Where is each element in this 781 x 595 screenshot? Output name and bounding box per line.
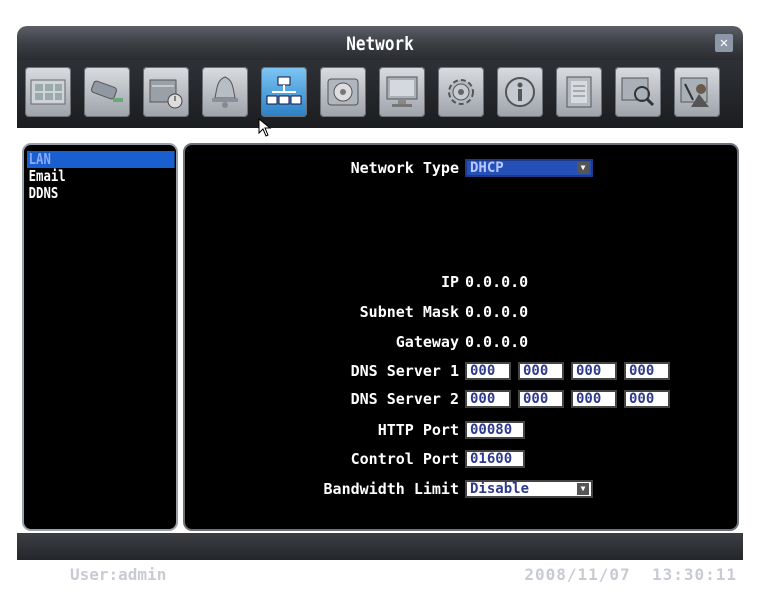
gateway-label: Gateway bbox=[395, 333, 459, 351]
close-button[interactable]: ✕ bbox=[715, 34, 733, 52]
alarm-bell-icon[interactable] bbox=[202, 67, 248, 117]
network-type-row: Network Type DHCP ▼ bbox=[195, 157, 725, 179]
dns2-octet-2-input[interactable]: 000 bbox=[518, 390, 564, 408]
bandwidth-limit-row: Bandwidth Limit Disable ▼ bbox=[195, 478, 725, 500]
window-title: Network bbox=[346, 32, 414, 55]
screen: Network ✕ LAN Email DDNS Network Type DH… bbox=[0, 0, 781, 595]
ptz-camera-icon[interactable] bbox=[84, 67, 130, 117]
subnet-mask-value: 0.0.0.0 bbox=[465, 303, 529, 321]
mouse-cursor-icon bbox=[258, 118, 272, 137]
sidebar-item-ddns[interactable]: DDNS bbox=[27, 185, 147, 202]
sidebar-menu: LAN Email DDNS bbox=[27, 151, 175, 202]
http-port-input[interactable]: 00080 bbox=[465, 421, 525, 439]
network-type-label: Network Type bbox=[350, 159, 459, 177]
sidebar-panel: LAN Email DDNS bbox=[22, 143, 178, 531]
dns-server-2-row: DNS Server 2 000 000 000 000 bbox=[195, 388, 725, 410]
dns-server-2-label: DNS Server 2 bbox=[350, 390, 459, 408]
ip-row: IP 0.0.0.0 bbox=[195, 271, 725, 293]
sidebar-item-lan[interactable]: LAN bbox=[27, 151, 175, 168]
user-security-icon[interactable] bbox=[674, 67, 720, 117]
title-bar: Network ✕ bbox=[17, 26, 743, 60]
dns-server-1-row: DNS Server 1 000 000 000 000 bbox=[195, 360, 725, 382]
http-port-label: HTTP Port bbox=[377, 421, 459, 439]
current-user: User:admin bbox=[70, 565, 167, 584]
dns1-octet-1-input[interactable]: 000 bbox=[465, 362, 511, 380]
status-bar bbox=[17, 533, 743, 560]
dropdown-arrow-icon: ▼ bbox=[577, 162, 589, 174]
network-type-value: DHCP bbox=[470, 160, 504, 176]
date-time: 2008/11/07 13:30:11 bbox=[524, 565, 737, 584]
record-schedule-icon[interactable] bbox=[143, 67, 189, 117]
control-port-label: Control Port bbox=[350, 450, 459, 468]
network-type-select[interactable]: DHCP ▼ bbox=[465, 159, 593, 177]
footer: User:admin 2008/11/07 13:30:11 bbox=[0, 565, 781, 595]
http-port-row: HTTP Port 00080 bbox=[195, 419, 725, 441]
dns2-octet-4-input[interactable]: 000 bbox=[624, 390, 670, 408]
bandwidth-limit-select[interactable]: Disable ▼ bbox=[465, 480, 593, 498]
network-icon[interactable] bbox=[261, 67, 307, 117]
ip-label: IP bbox=[440, 273, 459, 291]
control-port-row: Control Port 01600 bbox=[195, 448, 725, 470]
dns2-octet-1-input[interactable]: 000 bbox=[465, 390, 511, 408]
bandwidth-limit-value: Disable bbox=[470, 481, 530, 497]
time: 13:30:11 bbox=[651, 565, 737, 584]
info-icon[interactable] bbox=[497, 67, 543, 117]
ip-value: 0.0.0.0 bbox=[465, 273, 529, 291]
subnet-mask-label: Subnet Mask bbox=[359, 303, 459, 321]
dns2-octet-3-input[interactable]: 000 bbox=[571, 390, 617, 408]
control-port-input[interactable]: 01600 bbox=[465, 450, 525, 468]
subnet-mask-row: Subnet Mask 0.0.0.0 bbox=[195, 301, 725, 323]
settings-gear-icon[interactable] bbox=[438, 67, 484, 117]
event-log-icon[interactable] bbox=[556, 67, 602, 117]
date: 2008/11/07 bbox=[524, 565, 631, 584]
search-icon[interactable] bbox=[615, 67, 661, 117]
icon-toolbar bbox=[17, 60, 743, 128]
dns1-octet-2-input[interactable]: 000 bbox=[518, 362, 564, 380]
camera-display-icon[interactable] bbox=[25, 67, 71, 117]
gateway-row: Gateway 0.0.0.0 bbox=[195, 331, 725, 353]
gateway-value: 0.0.0.0 bbox=[465, 333, 529, 351]
sidebar-item-email[interactable]: Email bbox=[27, 168, 147, 185]
dns1-octet-4-input[interactable]: 000 bbox=[624, 362, 670, 380]
dns1-octet-3-input[interactable]: 000 bbox=[571, 362, 617, 380]
bandwidth-limit-label: Bandwidth Limit bbox=[323, 480, 459, 498]
settings-panel: Network Type DHCP ▼ IP 0.0.0.0 Subnet Ma… bbox=[183, 143, 739, 531]
monitor-icon[interactable] bbox=[379, 67, 425, 117]
dropdown-arrow-icon: ▼ bbox=[577, 483, 589, 495]
disk-icon[interactable] bbox=[320, 67, 366, 117]
dns-server-1-label: DNS Server 1 bbox=[350, 362, 459, 380]
